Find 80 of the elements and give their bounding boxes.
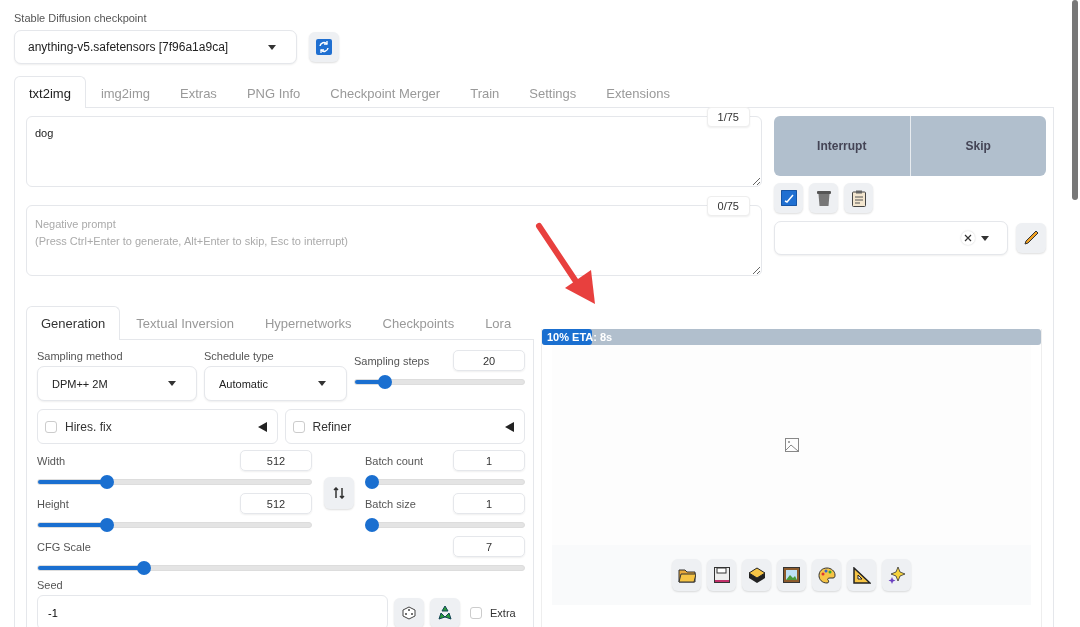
slider-track[interactable] bbox=[365, 475, 525, 489]
accordion-header[interactable]: Hires. fix bbox=[37, 409, 278, 444]
checkbox[interactable] bbox=[470, 606, 482, 619]
checkbox[interactable] bbox=[45, 420, 57, 433]
slider-thumb[interactable] bbox=[377, 375, 392, 389]
folder-button[interactable] bbox=[672, 559, 701, 591]
clipboard-icon bbox=[851, 189, 866, 207]
swap-arrows-icon bbox=[332, 487, 345, 499]
number-field[interactable]: 7 bbox=[453, 536, 525, 557]
clipboard-button[interactable] bbox=[844, 183, 873, 213]
slider-thumb[interactable] bbox=[365, 475, 379, 489]
seed-field[interactable]: -1 bbox=[37, 595, 388, 627]
slider-label: Height bbox=[37, 497, 69, 510]
edit-button[interactable] bbox=[1016, 223, 1046, 253]
trash-button[interactable] bbox=[809, 183, 838, 213]
slider-label: Batch count bbox=[365, 454, 424, 467]
slider-track[interactable] bbox=[365, 518, 525, 532]
number-field[interactable]: 512 bbox=[240, 450, 312, 471]
field-label: Schedule type bbox=[204, 350, 275, 362]
refresh-button[interactable] bbox=[309, 32, 339, 62]
field-label: Seed bbox=[37, 579, 64, 591]
action-button[interactable]: Interrupt bbox=[774, 116, 910, 176]
checkbox-button[interactable] bbox=[774, 183, 803, 213]
ruler-button[interactable] bbox=[847, 559, 876, 591]
reuse-seed-button[interactable] bbox=[430, 597, 460, 627]
trash-icon bbox=[816, 190, 831, 206]
image-placeholder-icon bbox=[784, 438, 799, 452]
tab[interactable]: Generation bbox=[26, 306, 121, 340]
token-counter: 1/75 bbox=[706, 107, 750, 127]
number-field[interactable]: 512 bbox=[240, 493, 312, 514]
caret-icon bbox=[268, 44, 276, 50]
field-label: Sampling method bbox=[37, 350, 124, 362]
framed-picture-icon bbox=[783, 567, 800, 583]
pencil-icon bbox=[1022, 229, 1040, 247]
slider-track[interactable] bbox=[354, 375, 525, 389]
sparkle-button[interactable] bbox=[882, 559, 911, 591]
box-icon bbox=[747, 567, 766, 583]
collapse-triangle-icon bbox=[257, 421, 267, 432]
number-field[interactable]: 20 bbox=[453, 350, 525, 371]
slider-thumb[interactable] bbox=[99, 518, 114, 532]
slider-thumb[interactable] bbox=[365, 518, 379, 532]
slider-track[interactable] bbox=[37, 475, 312, 489]
scrollbar[interactable] bbox=[1072, 0, 1078, 200]
checkpoint-label: Stable Diffusion checkpoint bbox=[14, 12, 148, 24]
number-field[interactable]: 1 bbox=[453, 450, 525, 471]
sparkles-icon bbox=[887, 566, 906, 584]
accordion-header[interactable]: Refiner bbox=[284, 409, 525, 444]
archive-button[interactable] bbox=[742, 559, 771, 591]
slider-thumb[interactable] bbox=[136, 561, 151, 575]
dice-icon bbox=[402, 605, 416, 620]
caret-icon bbox=[981, 235, 989, 241]
random-seed-button[interactable] bbox=[394, 597, 424, 627]
refresh-icon bbox=[316, 39, 332, 55]
slider-label: Sampling steps bbox=[354, 354, 430, 367]
caret-icon bbox=[318, 381, 326, 386]
sampler-dropdown[interactable]: DPM++ 2M bbox=[37, 366, 197, 401]
tab[interactable]: txt2img bbox=[14, 76, 86, 108]
slider-track[interactable] bbox=[37, 518, 312, 532]
checkbox-label: Extra bbox=[490, 606, 516, 619]
slider-track[interactable] bbox=[37, 561, 525, 575]
palette-icon bbox=[817, 566, 836, 584]
checkbox[interactable] bbox=[292, 420, 305, 433]
checkpoint-dropdown[interactable]: anything-v5.safetensors [7f96a1a9ca] bbox=[14, 30, 297, 64]
action-button[interactable]: Skip bbox=[909, 116, 1046, 176]
caret-icon bbox=[168, 381, 176, 386]
number-field[interactable]: 1 bbox=[453, 493, 525, 514]
slider-label: CFG Scale bbox=[37, 540, 91, 553]
triangle-ruler-icon bbox=[852, 566, 871, 584]
slider-thumb[interactable] bbox=[99, 475, 114, 489]
slider-label: Batch size bbox=[365, 497, 416, 510]
collapse-triangle-icon bbox=[505, 421, 514, 432]
close-icon[interactable] bbox=[961, 231, 975, 245]
slider-label: Width bbox=[37, 454, 66, 467]
swap-button[interactable] bbox=[323, 477, 354, 509]
palette-button[interactable] bbox=[812, 559, 841, 591]
schedule-dropdown[interactable]: Automatic bbox=[204, 366, 347, 401]
save-button[interactable] bbox=[707, 559, 736, 591]
token-counter: 0/75 bbox=[706, 196, 750, 216]
image-button[interactable] bbox=[777, 559, 806, 591]
folder-icon bbox=[677, 567, 696, 583]
